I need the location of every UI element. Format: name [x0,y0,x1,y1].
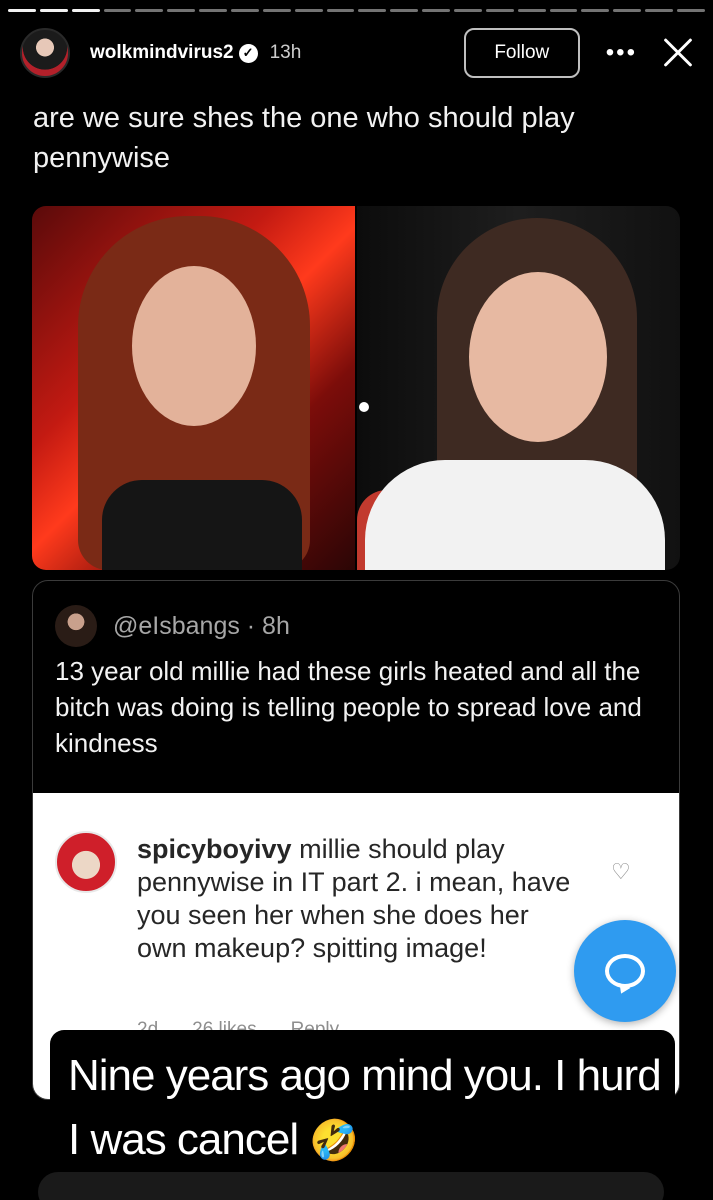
progress-segment [613,9,642,12]
username[interactable]: wolkmindvirus2 [90,42,234,64]
comment-body: spicyboyivy millie should play pennywise… [137,833,577,965]
comment-username: spicyboyivy [137,834,292,864]
verified-badge-icon: ✓ [238,43,258,63]
progress-segment [645,9,674,12]
more-options-icon[interactable]: ••• [606,39,637,67]
progress-segment [677,9,705,12]
progress-segment [358,9,387,12]
progress-segment [39,9,68,12]
progress-segment [135,9,164,12]
photo-subject-face [132,266,256,426]
reply-button[interactable] [574,920,676,1022]
progress-segment [71,9,100,12]
chat-bubble-icon [605,954,645,988]
close-icon[interactable] [659,34,697,72]
photo-subject-shirt [365,460,665,570]
commenter-avatar [55,831,117,893]
story-header: wolkmindvirus2 ✓ 13h Follow ••• [20,24,697,82]
reply-input-bar[interactable] [38,1172,664,1200]
story-progress-bar [8,9,705,12]
rolling-laughing-emoji-icon: 🤣 [309,1119,359,1163]
story-caption: Nine years ago mind you. I hurd I was ca… [68,1044,668,1173]
photo-grid[interactable] [32,206,680,570]
heart-icon: ♡ [611,859,631,884]
photo-left[interactable] [32,206,355,570]
quoted-handle: @eIsbangs · 8h [113,611,290,640]
progress-segment [422,9,451,12]
progress-segment [485,9,514,12]
photo-right[interactable] [357,206,680,570]
progress-segment [8,9,36,12]
quoted-post[interactable]: @eIsbangs · 8h 13 year old millie had th… [32,580,680,1100]
progress-segment [199,9,228,12]
progress-segment [549,9,578,12]
photo-subject-face [469,272,607,442]
photo-subject-shirt [102,480,302,570]
progress-segment [517,9,546,12]
progress-segment [262,9,291,12]
progress-segment [231,9,259,12]
progress-segment [167,9,196,12]
quoted-avatar [55,605,97,647]
progress-segment [390,9,419,12]
photo-dot [359,402,369,412]
progress-segment [454,9,482,12]
follow-button[interactable]: Follow [463,28,580,78]
post-text: are we sure shes the one who should play… [33,102,575,174]
quoted-post-header: @eIsbangs · 8h [55,605,290,647]
quoted-post-text: 13 year old millie had these girls heate… [55,656,642,758]
post-time: 13h [269,42,302,63]
progress-segment [326,9,355,12]
caption-text: Nine years ago mind you. I hurd I was ca… [68,1051,662,1164]
progress-segment [103,9,132,12]
profile-avatar[interactable] [20,28,70,78]
progress-segment [294,9,323,12]
progress-segment [581,9,610,12]
